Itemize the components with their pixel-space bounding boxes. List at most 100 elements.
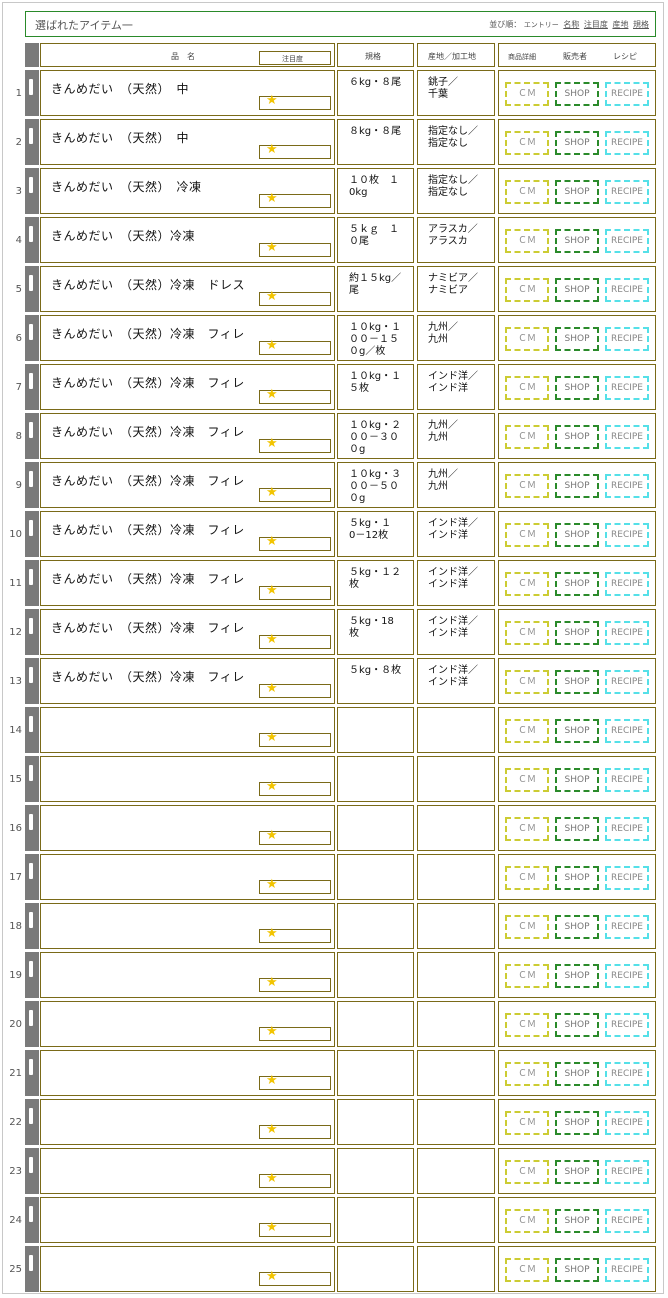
recipe-button[interactable]: RECIPE (605, 768, 649, 792)
attention-rating[interactable]: ★ (259, 143, 331, 159)
shop-button[interactable]: SHOP (555, 1013, 599, 1037)
item-name[interactable]: きんめだい （天然）冷凍 フィレ (51, 668, 245, 685)
item-name[interactable]: きんめだい （天然）冷凍 フィレ (51, 423, 245, 440)
recipe-button[interactable]: RECIPE (605, 670, 649, 694)
cm-button[interactable]: ＣＭ (505, 915, 549, 939)
attention-rating[interactable]: ★ (259, 584, 331, 600)
recipe-button[interactable]: RECIPE (605, 719, 649, 743)
recipe-button[interactable]: RECIPE (605, 866, 649, 890)
drag-handle[interactable] (25, 903, 39, 949)
shop-button[interactable]: SHOP (555, 1209, 599, 1233)
drag-handle[interactable] (25, 560, 39, 606)
attention-rating[interactable]: ★ (259, 339, 331, 355)
item-name[interactable]: きんめだい （天然） 中 (51, 80, 189, 97)
item-name[interactable]: きんめだい （天然）冷凍 フィレ (51, 472, 245, 489)
recipe-button[interactable]: RECIPE (605, 964, 649, 988)
drag-handle[interactable] (25, 315, 39, 361)
drag-handle[interactable] (25, 658, 39, 704)
attention-rating[interactable]: ★ (259, 486, 331, 502)
drag-handle[interactable] (25, 1197, 39, 1243)
attention-rating[interactable]: ★ (259, 1074, 331, 1090)
drag-handle[interactable] (25, 119, 39, 165)
shop-button[interactable]: SHOP (555, 964, 599, 988)
cm-button[interactable]: ＣＭ (505, 1258, 549, 1282)
cm-button[interactable]: ＣＭ (505, 1062, 549, 1086)
cm-button[interactable]: ＣＭ (505, 1160, 549, 1184)
sort-by-spec-link[interactable]: 規格 (633, 20, 649, 29)
item-name[interactable]: きんめだい （天然）冷凍 フィレ (51, 619, 245, 636)
attention-rating[interactable]: ★ (259, 1270, 331, 1286)
recipe-button[interactable]: RECIPE (605, 376, 649, 400)
cm-button[interactable]: ＣＭ (505, 278, 549, 302)
shop-button[interactable]: SHOP (555, 1160, 599, 1184)
drag-handle[interactable] (25, 413, 39, 459)
cm-button[interactable]: ＣＭ (505, 866, 549, 890)
recipe-button[interactable]: RECIPE (605, 1062, 649, 1086)
item-name[interactable]: きんめだい （天然） 中 (51, 129, 189, 146)
recipe-button[interactable]: RECIPE (605, 817, 649, 841)
cm-button[interactable]: ＣＭ (505, 425, 549, 449)
attention-rating[interactable]: ★ (259, 682, 331, 698)
shop-button[interactable]: SHOP (555, 817, 599, 841)
shop-button[interactable]: SHOP (555, 1258, 599, 1282)
cm-button[interactable]: ＣＭ (505, 621, 549, 645)
item-name[interactable]: きんめだい （天然）冷凍 フィレ (51, 325, 245, 342)
drag-handle[interactable] (25, 462, 39, 508)
cm-button[interactable]: ＣＭ (505, 964, 549, 988)
cm-button[interactable]: ＣＭ (505, 817, 549, 841)
recipe-button[interactable]: RECIPE (605, 621, 649, 645)
recipe-button[interactable]: RECIPE (605, 82, 649, 106)
cm-button[interactable]: ＣＭ (505, 572, 549, 596)
shop-button[interactable]: SHOP (555, 131, 599, 155)
item-name[interactable]: きんめだい （天然） 冷凍 (51, 178, 202, 195)
recipe-button[interactable]: RECIPE (605, 180, 649, 204)
shop-button[interactable]: SHOP (555, 376, 599, 400)
attention-rating[interactable]: ★ (259, 437, 331, 453)
cm-button[interactable]: ＣＭ (505, 229, 549, 253)
attention-rating[interactable]: ★ (259, 1025, 331, 1041)
cm-button[interactable]: ＣＭ (505, 376, 549, 400)
drag-handle[interactable] (25, 1050, 39, 1096)
attention-rating[interactable]: ★ (259, 1123, 331, 1139)
attention-rating[interactable]: ★ (259, 94, 331, 110)
shop-button[interactable]: SHOP (555, 768, 599, 792)
attention-rating[interactable]: ★ (259, 633, 331, 649)
recipe-button[interactable]: RECIPE (605, 915, 649, 939)
drag-handle[interactable] (25, 1246, 39, 1292)
attention-rating[interactable]: ★ (259, 731, 331, 747)
sort-by-name-link[interactable]: 名称 (563, 20, 579, 29)
shop-button[interactable]: SHOP (555, 915, 599, 939)
cm-button[interactable]: ＣＭ (505, 719, 549, 743)
cm-button[interactable]: ＣＭ (505, 670, 549, 694)
attention-rating[interactable]: ★ (259, 290, 331, 306)
recipe-button[interactable]: RECIPE (605, 229, 649, 253)
sort-by-attention-link[interactable]: 注目度 (584, 20, 608, 29)
drag-handle[interactable] (25, 511, 39, 557)
recipe-button[interactable]: RECIPE (605, 1013, 649, 1037)
cm-button[interactable]: ＣＭ (505, 474, 549, 498)
sort-by-origin-link[interactable]: 産地 (612, 20, 628, 29)
cm-button[interactable]: ＣＭ (505, 131, 549, 155)
attention-rating[interactable]: ★ (259, 192, 331, 208)
attention-rating[interactable]: ★ (259, 829, 331, 845)
shop-button[interactable]: SHOP (555, 1111, 599, 1135)
cm-button[interactable]: ＣＭ (505, 1111, 549, 1135)
item-name[interactable]: きんめだい （天然）冷凍 フィレ (51, 521, 245, 538)
shop-button[interactable]: SHOP (555, 621, 599, 645)
drag-handle[interactable] (25, 805, 39, 851)
drag-handle[interactable] (25, 168, 39, 214)
shop-button[interactable]: SHOP (555, 180, 599, 204)
shop-button[interactable]: SHOP (555, 425, 599, 449)
drag-handle[interactable] (25, 756, 39, 802)
drag-handle[interactable] (25, 854, 39, 900)
cm-button[interactable]: ＣＭ (505, 1013, 549, 1037)
shop-button[interactable]: SHOP (555, 474, 599, 498)
recipe-button[interactable]: RECIPE (605, 474, 649, 498)
drag-handle[interactable] (25, 1148, 39, 1194)
recipe-button[interactable]: RECIPE (605, 425, 649, 449)
drag-handle[interactable] (25, 266, 39, 312)
shop-button[interactable]: SHOP (555, 1062, 599, 1086)
shop-button[interactable]: SHOP (555, 719, 599, 743)
drag-handle[interactable] (25, 1099, 39, 1145)
attention-rating[interactable]: ★ (259, 1172, 331, 1188)
